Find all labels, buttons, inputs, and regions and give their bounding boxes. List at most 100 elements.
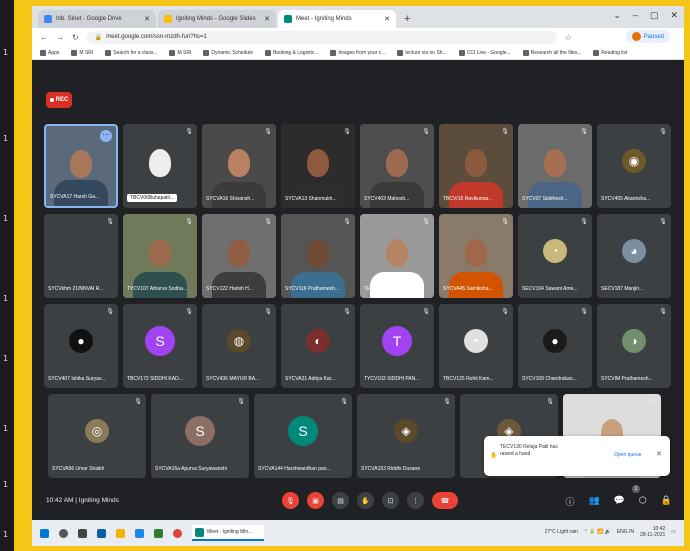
taskbar-app-meet[interactable]: Meet - Igniting Min... [192,525,264,541]
participant-tile[interactable]: ● 🎙 SYCV109 Chandrakan... [518,304,592,388]
tab-drive[interactable]: Inb. Sinet - Google Drive ✕ [38,10,156,28]
bookmark-item[interactable]: Research all the files... [522,49,581,56]
participant-tile[interactable]: ◑ 🎙 SYCVIM Prathamesh... [597,304,671,388]
participant-tile[interactable]: ◐ 🎙 SYCVA31 Aditya Kar... [281,304,355,388]
tab-label: Meet - Igniting Minds [296,16,352,22]
task-view-icon[interactable] [78,528,87,538]
bookmark-item[interactable]: Reading list [593,49,627,56]
participant-body [528,182,582,208]
close-tab-icon[interactable]: ✕ [264,15,270,23]
tab-search-icon[interactable]: ⌄ [613,10,621,21]
captions-button[interactable]: ▤ [332,492,349,509]
participant-name: TYCV103 SIDDHI PAN... [364,376,420,382]
leave-call-button[interactable]: ☎ [432,492,458,509]
people-icon[interactable]: 👥 [588,495,599,508]
participant-name: TBCV172 SIDDHI KAD... [127,376,183,382]
participant-face [465,239,487,268]
mic-off-button[interactable]: 🎙 [282,492,299,509]
raise-hand-notification: ✋ TECV130 Reluja Patil has raised a hand… [484,436,670,476]
weather-text[interactable]: 27°C Light rain [545,529,578,535]
rec-label: REC [55,97,69,103]
participant-tile[interactable]: S 🎙 TBCV172 SIDDHI KAD... [123,304,197,388]
participant-tile[interactable]: ◕ 🎙 SECV187 Manjiri... [597,214,671,298]
bookmark-item[interactable]: CCI Live - Google... [458,49,511,56]
store-icon[interactable] [97,528,106,538]
tab-slides[interactable]: Igniting Minds - Google Slides ✕ [158,10,276,28]
notifications-icon[interactable]: ▭ [671,529,676,535]
participant-tile[interactable]: ◍ 🎙 SYCV436 MAYUR BA... [202,304,276,388]
chrome-icon[interactable] [173,528,182,538]
close-tab-icon[interactable]: ✕ [384,15,390,23]
participant-tile[interactable]: ● 🎙 SYCV407 Ishika Suryav... [44,304,118,388]
participant-tile[interactable]: ◔ 🎙 SECV104 Sawant Ame... [518,214,592,298]
reload-icon[interactable]: ↻ [72,33,79,42]
participant-tile[interactable]: ◓ 🎙 TBCV125 Rohit Kam... [439,304,513,388]
participant-tile[interactable]: 🎙 TBCV06Buhapatil... [123,124,197,208]
tile-options-button[interactable]: ⋯ [100,130,112,142]
host-controls-icon[interactable]: 🔒 [661,495,672,508]
close-window-button[interactable]: ✕ [670,10,678,21]
call-controls: 🎙 ▣ ▤ ✋ ⊡ ⋮ ☎ [282,492,458,509]
bookmark-icon [169,49,176,56]
participant-tile[interactable]: S 🎙 SYCVA16a Apurva Suryawanshi [151,394,249,478]
muted-mic-icon: 🎙 [443,399,451,405]
bookmark-item[interactable]: M SRI [169,49,191,56]
close-tab-icon[interactable]: ✕ [144,15,150,23]
file-explorer-icon[interactable] [116,528,125,538]
info-icon[interactable]: ⓘ [565,495,574,508]
profile-button[interactable]: Paused [625,30,670,43]
forward-icon[interactable]: → [56,33,64,42]
new-tab-button[interactable]: + [398,13,416,28]
participant-tile[interactable]: ◎ 🎙 SYCVA56 Umar Shaikh [48,394,146,478]
bookmark-item[interactable]: Search for a class... [105,49,157,56]
participant-name: SYCVA16a Apurva Suryawanshi [155,466,227,472]
participant-tile[interactable]: 🎙 TBCV/16 Ravikumar... [439,124,513,208]
tab-meet[interactable]: Meet - Igniting Minds ✕ [278,10,396,28]
bookmark-item[interactable]: Booking & Logistic... [265,49,318,56]
url-field[interactable]: 🔒 meet.google.com/ssn-mzdh-fun?hs=1 [86,30,557,44]
participant-tile[interactable]: 🎙 SYCVkhm 21/NNVAI R... [44,214,118,298]
participant-tile[interactable]: ◈ 🎙 SYCVA153 Riddhi Dusane [357,394,455,478]
participant-tile[interactable]: T 🎙 TYCV103 SIDDHI PAN... [360,304,434,388]
present-button[interactable]: ⊡ [382,492,399,509]
participant-initial-avatar: S [145,325,175,356]
bookmark-item[interactable]: M SRI [71,49,93,56]
participant-tile[interactable]: 🎙 TECV075 Prasad R... [360,214,434,298]
more-options-button[interactable]: ⋮ [407,492,424,509]
participant-tile[interactable]: 🎙 SYCV403 Mahesh... [360,124,434,208]
bookmark-item[interactable]: lecture via on Sh... [397,49,447,56]
participant-tile[interactable]: 🎙 SYCVA13 Shanmukh... [281,124,355,208]
participant-name: SYCV436 MAYUR BA... [206,376,260,382]
search-icon[interactable] [59,528,68,538]
participant-tile[interactable]: 🎙 SYCV07 Siddhesh... [518,124,592,208]
tray-icons[interactable]: ⌃ 🔋 📶 🔊 [584,529,611,535]
participant-tile[interactable]: 🎙 SYCV116 Prathamesh... [281,214,355,298]
clock[interactable]: 10:42 28-11-2021 [640,526,665,538]
strip-marker: 1 [3,134,9,143]
minimize-button[interactable]: – [633,10,638,21]
edge-icon[interactable] [135,528,144,538]
start-icon[interactable] [40,528,49,538]
participant-tile[interactable]: S 🎙 SYCVA144 Harshwardhan pan... [254,394,352,478]
language-indicator[interactable]: ENG IN [617,529,634,535]
close-notification-button[interactable]: ✕ [656,450,662,458]
open-queue-link[interactable]: Open queue [614,452,642,458]
participant-tile[interactable]: ◉ 🎙 SYCV405 Akanksha... [597,124,671,208]
back-icon[interactable]: ← [40,33,48,42]
camera-off-button[interactable]: ▣ [307,492,324,509]
bookmark-item[interactable]: Images from your c... [330,49,385,56]
bookmark-item[interactable]: Apps [40,49,59,56]
bookmark-star-icon[interactable]: ☆ [565,33,572,42]
app-icon[interactable] [154,528,163,538]
activities-icon[interactable]: ⬡ [639,495,647,508]
chat-icon[interactable]: 💬 [614,495,625,508]
bookmark-item[interactable]: Dynamic Schedule [203,49,253,56]
maximize-button[interactable]: ▢ [650,10,659,21]
participant-tile[interactable]: 🎙 SYCV122 Harish H... [202,214,276,298]
raise-hand-button[interactable]: ✋ [357,492,374,509]
participant-tile[interactable]: ⋯ SYCVA17 Harsh Ga... [44,124,118,208]
participant-tile[interactable]: 🎙 SYCVA16 Shivansh... [202,124,276,208]
muted-mic-icon: 🎙 [501,219,509,225]
participant-tile[interactable]: 🎙 TYCV107 Atharva Sodha... [123,214,197,298]
participant-tile[interactable]: 🎙 SYCVA45 Samiksha... [439,214,513,298]
